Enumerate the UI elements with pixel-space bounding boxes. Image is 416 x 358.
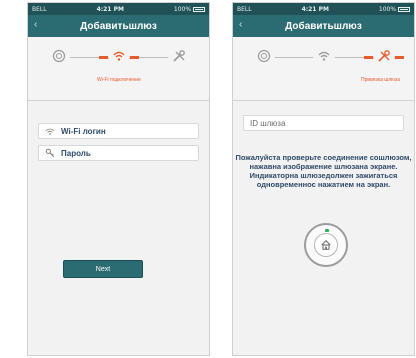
wifi-icon [313,45,335,67]
next-button[interactable]: Next [63,260,143,278]
step-label-active: Wi-Fi подключение [97,77,141,83]
back-button[interactable]: ‹ [34,19,37,30]
gateway-id-placeholder: ID шлюза [250,118,286,128]
step-progress: Привязка шлюза [233,37,414,101]
gateway-icon [253,45,275,67]
battery-icon [193,6,205,12]
key-icon [45,148,57,158]
step-progress: Wi-Fi подключение [28,37,209,101]
password-field[interactable]: Пароль [38,145,199,161]
status-bar: BELL 4:21 PM 100% [28,3,209,15]
nav-bar: ‹ Добавитьшлюз [233,15,414,37]
battery-indicator: 100% [174,6,205,13]
page-title: Добавитьшлюз [80,20,157,32]
gateway-id-field[interactable]: ID шлюза [243,115,404,131]
tools-icon [168,45,190,67]
wifi-login-field[interactable]: Wi-Fi логин [38,123,199,139]
step-label-active: Привязка шлюза [361,77,400,83]
status-time: 4:21 PM [301,5,329,13]
battery-percent: 100% [173,5,192,13]
page-title: Добавитьшлюз [285,20,362,32]
battery-icon [398,6,410,12]
status-bar: BELL 4:21 PM 100% [233,3,414,15]
wifi-login-label: Wi-Fi логин [61,126,106,136]
wifi-icon [108,45,130,67]
wifi-icon [45,127,57,136]
gateway-icon [48,45,70,67]
battery-percent: 100% [378,5,397,13]
gateway-device-icon [314,233,338,257]
phone-screen-wifi: BELL 4:21 PM 100% ‹ Добавитьшлюз Wi-Fi п… [27,2,210,356]
tools-icon [373,45,395,67]
nav-bar: ‹ Добавитьшлюз [28,15,209,37]
phone-screen-gateway: BELL 4:21 PM 100% ‹ Добавитьшлюз Привязк… [232,2,415,356]
status-time: 4:21 PM [96,5,124,13]
carrier-label: BELL [237,5,252,13]
gateway-led-indicator [325,229,329,232]
password-label: Пароль [61,148,91,158]
back-button[interactable]: ‹ [239,19,242,30]
instruction-text: Пожалуйста проверьте соединение сошлюзом… [235,153,412,189]
carrier-label: BELL [32,5,47,13]
gateway-device-button[interactable] [304,223,348,267]
battery-indicator: 100% [379,6,410,13]
